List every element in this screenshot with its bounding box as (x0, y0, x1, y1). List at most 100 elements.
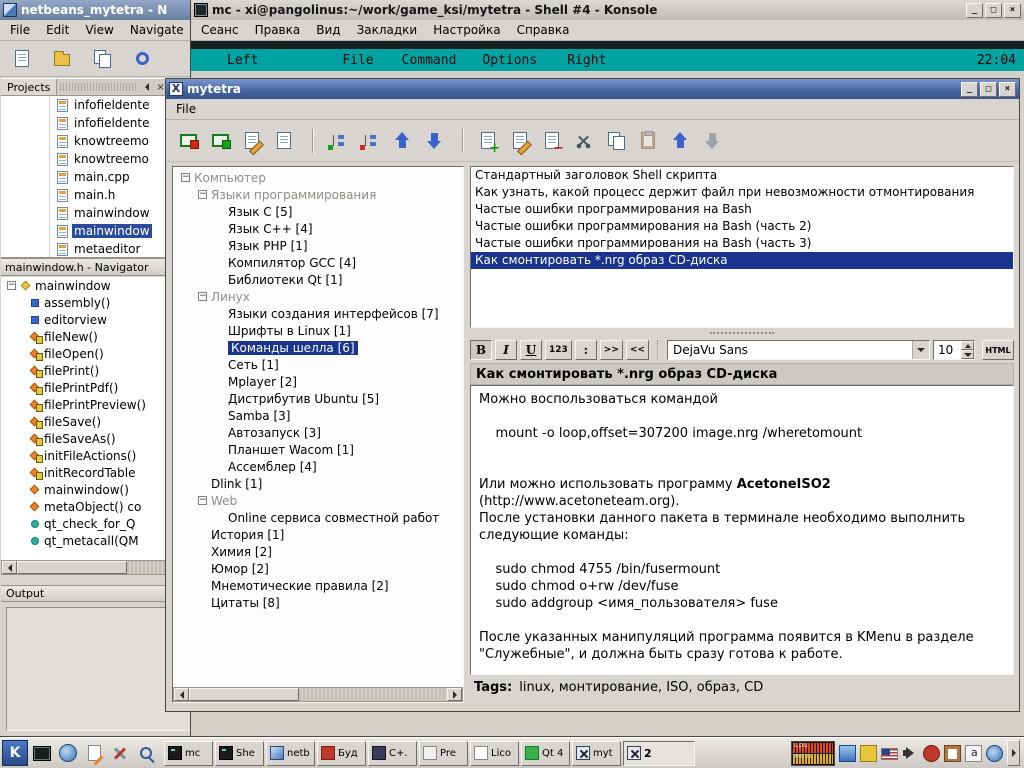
network-tray-icon[interactable] (986, 744, 1003, 762)
netbeans-titlebar[interactable]: netbeans_mytetra - N (0, 0, 199, 20)
scroll-right-button[interactable] (447, 688, 462, 701)
panel-hide-arrow[interactable] (1007, 740, 1020, 766)
tree-item[interactable]: Языки программирования (174, 186, 462, 203)
netbeans-menu-Edit[interactable]: Edit (38, 20, 77, 40)
settings-launcher-icon[interactable] (108, 741, 132, 765)
format-button-U[interactable]: U (520, 340, 542, 360)
mytetra-menu-File[interactable]: File (168, 99, 204, 119)
close-button[interactable]: × (999, 81, 1016, 97)
power-tray-icon[interactable] (860, 744, 877, 762)
copy-record-button[interactable] (602, 127, 630, 155)
scrollbar-track[interactable] (299, 688, 447, 701)
mytetra-titlebar[interactable]: X mytetra _ □ × (166, 79, 1019, 99)
record-editor[interactable]: Можно воспользоваться командой mount -o … (470, 385, 1014, 675)
format-button-B[interactable]: B (470, 340, 492, 360)
taskbar-task-Lico[interactable]: Lico (470, 740, 519, 766)
close-button[interactable]: × (1004, 2, 1021, 18)
tree-item[interactable]: Дистрибутив Ubuntu [5] (174, 390, 462, 407)
tree-item[interactable]: Dlink [1] (174, 475, 462, 492)
add-record-button[interactable] (474, 127, 502, 156)
netbeans-menu-File[interactable]: File (2, 20, 38, 40)
maximize-button[interactable]: □ (980, 81, 997, 97)
tree-item[interactable]: Мнемотические правила [2] (174, 577, 462, 594)
move-record-down-button[interactable] (698, 127, 726, 155)
terminal-launcher-icon[interactable] (30, 741, 54, 765)
collapse-toggle-icon[interactable] (198, 190, 207, 199)
taskbar-task-Pre[interactable]: Pre (419, 740, 468, 766)
collapse-toggle-icon[interactable] (198, 496, 207, 505)
taskbar-task-C+.[interactable]: C+. (368, 740, 417, 766)
edit-record-button[interactable] (506, 127, 534, 155)
open-project-button[interactable] (48, 45, 76, 73)
tree-item[interactable]: Шрифты в Linux [1] (174, 322, 462, 339)
editor-launcher-icon[interactable] (82, 741, 106, 765)
konsole-menu-Справка[interactable]: Справка (509, 20, 578, 40)
html-view-button[interactable]: HTML (982, 340, 1014, 360)
insert-branch-button[interactable] (324, 127, 352, 155)
konsole-menu-Закладки[interactable]: Закладки (349, 20, 426, 40)
collapse-toggle-icon[interactable] (181, 173, 190, 182)
tree-item[interactable]: Компьютер (174, 169, 462, 186)
tree-item[interactable]: Линух (174, 288, 462, 305)
system-monitor-applet[interactable]: Cpu Mem (791, 740, 835, 766)
tree-item[interactable]: Языки создания интерфейсов [7] (174, 305, 462, 322)
tree-item[interactable]: Ассемблер [4] (174, 458, 462, 475)
display-tray-icon[interactable] (839, 744, 856, 762)
konsole-menu-Вид[interactable]: Вид (308, 20, 348, 40)
tree-item[interactable]: Web (174, 492, 462, 509)
minimize-button[interactable]: _ (961, 81, 978, 97)
scrollbar-thumb[interactable] (17, 561, 127, 574)
maximize-button[interactable]: □ (985, 2, 1002, 18)
tree-item[interactable]: Юмор [2] (174, 560, 462, 577)
tree-item[interactable]: Библиотеки Qt [1] (174, 271, 462, 288)
format-button-<<[interactable]: << (625, 340, 649, 360)
tree-item[interactable]: Mplayer [2] (174, 373, 462, 390)
tree-item[interactable]: Цитаты [8] (174, 594, 462, 611)
konsole-titlebar[interactable]: mc - xi@pangolinus:~/work/game_ksi/mytet… (191, 0, 1024, 20)
find-in-base-button[interactable] (174, 127, 202, 155)
tree-item[interactable]: Samba [3] (174, 407, 462, 424)
branch-properties-button[interactable] (270, 127, 298, 155)
format-button-123[interactable]: 123 (545, 340, 572, 360)
insert-subbranch-button[interactable] (356, 127, 384, 155)
volume-icon[interactable] (902, 745, 919, 762)
tab-projects[interactable]: Projects (1, 79, 58, 95)
new-file-button[interactable] (8, 45, 36, 73)
synchro-button[interactable] (206, 127, 234, 155)
spin-up-button[interactable] (961, 341, 974, 350)
tree-item[interactable]: Язык PHP [1] (174, 237, 462, 254)
tree-item[interactable]: Язык C [5] (174, 203, 462, 220)
search-launcher-icon[interactable] (134, 741, 158, 765)
taskbar-task-She[interactable]: She (215, 740, 264, 766)
collapse-toggle-icon[interactable] (7, 281, 16, 290)
taskbar-active-task[interactable]: 2 (623, 740, 695, 766)
mc-menu-File[interactable]: File (342, 53, 373, 68)
konsole-menu-Правка[interactable]: Правка (247, 20, 309, 40)
scrollbar-thumb[interactable] (189, 688, 299, 701)
netbeans-menu-View[interactable]: View (77, 20, 121, 40)
tree-horizontal-scrollbar[interactable] (173, 687, 463, 702)
spin-down-button[interactable] (961, 350, 974, 359)
format-button-I[interactable]: I (495, 340, 517, 360)
format-button->>[interactable]: >> (599, 340, 623, 360)
konsole-menu-Настройка[interactable]: Настройка (425, 20, 508, 40)
move-branch-up-button[interactable] (388, 127, 416, 155)
taskbar-task-netb[interactable]: netb (266, 740, 315, 766)
collapse-toggle-icon[interactable] (198, 292, 207, 301)
alert-tray-icon[interactable] (923, 744, 940, 762)
format-button-:[interactable]: : (574, 340, 597, 360)
font-family-select[interactable]: DejaVu Sans (666, 340, 930, 360)
record-row[interactable]: Как смонтировать *.nrg образ CD-диска (471, 252, 1013, 269)
font-size-spinner[interactable]: 10 (933, 340, 975, 360)
record-row[interactable]: Частые ошибки программирования на Bash (471, 201, 1013, 218)
record-row[interactable]: Стандартный заголовок Shell скрипта (471, 167, 1013, 184)
scroll-left-button[interactable] (2, 561, 17, 574)
kmenu-button[interactable]: K (2, 740, 28, 766)
taskbar-task-Qt 4[interactable]: Qt 4 (521, 740, 570, 766)
record-row[interactable]: Как узнать, какой процесс держит файл пр… (471, 184, 1013, 201)
tree-item[interactable]: Online сервиса совместной работ (174, 509, 462, 526)
paste-record-button[interactable] (634, 127, 662, 155)
delete-record-button[interactable] (538, 127, 566, 156)
move-record-up-button[interactable] (666, 127, 694, 155)
tree-item[interactable]: Автозапуск [3] (174, 424, 462, 441)
